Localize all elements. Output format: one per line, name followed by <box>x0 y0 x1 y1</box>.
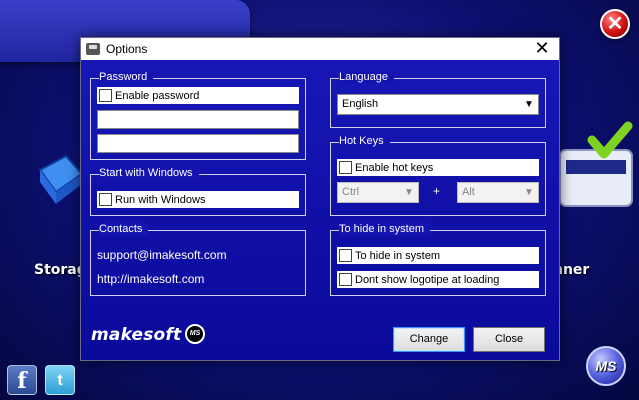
contact-email-link[interactable]: support@imakesoft.com <box>97 248 227 262</box>
hotkey-modifier1-value: Ctrl <box>342 186 360 198</box>
hotkey-plus-label: + <box>433 184 441 198</box>
scanner-tool-icon[interactable] <box>556 120 636 220</box>
app-icon <box>86 43 100 55</box>
hide-logo-label: Dont show logotipe at loading <box>355 273 500 286</box>
hotkey-modifier1-select[interactable]: Ctrl ▼ <box>337 182 419 203</box>
makesoft-badge-icon: MS <box>185 324 205 344</box>
chevron-down-icon[interactable]: ▼ <box>523 183 535 202</box>
password-legend: Password <box>99 71 154 83</box>
hotkey-modifier2-value: Alt <box>462 186 475 198</box>
storage-tool-icon[interactable] <box>36 152 84 214</box>
contacts-legend: Contacts <box>99 223 149 235</box>
language-select[interactable]: English ▼ <box>337 94 539 115</box>
hide-legend: To hide in system <box>339 223 430 235</box>
close-button[interactable]: Close <box>473 327 545 352</box>
hotkeys-group: Hot Keys <box>330 135 546 216</box>
enable-hotkeys-checkbox[interactable]: Enable hot keys <box>337 159 539 176</box>
checkbox-icon[interactable] <box>99 193 112 206</box>
checkbox-icon[interactable] <box>339 249 352 262</box>
storage-tool-label: Storag <box>34 262 87 278</box>
facebook-icon[interactable]: f <box>7 365 37 395</box>
makesoft-logo-icon[interactable]: MS <box>586 346 626 386</box>
app-close-button[interactable]: ✕ <box>600 9 630 39</box>
chevron-down-icon[interactable]: ▼ <box>523 95 535 114</box>
contacts-group: Contacts <box>90 223 306 296</box>
enable-password-checkbox[interactable]: Enable password <box>97 87 299 104</box>
language-legend: Language <box>339 71 394 83</box>
dialog-close-icon[interactable]: ✕ <box>531 38 553 60</box>
startup-legend: Start with Windows <box>99 167 199 179</box>
options-dialog: Options ✕ Password Enable password Start… <box>80 37 560 361</box>
hotkey-modifier2-select[interactable]: Alt ▼ <box>457 182 539 203</box>
dialog-titlebar: Options ✕ <box>81 38 559 60</box>
password-confirm-field[interactable] <box>97 134 299 153</box>
checkbox-icon[interactable] <box>339 161 352 174</box>
language-selected: English <box>342 98 379 110</box>
chevron-down-icon[interactable]: ▼ <box>403 183 415 202</box>
hide-in-system-label: To hide in system <box>355 249 440 262</box>
checkbox-icon[interactable] <box>339 273 352 286</box>
makesoft-brand: makesoft <box>91 325 182 345</box>
hotkeys-legend: Hot Keys <box>339 135 390 147</box>
checkbox-icon[interactable] <box>99 89 112 102</box>
enable-password-label: Enable password <box>115 89 200 102</box>
hide-in-system-checkbox[interactable]: To hide in system <box>337 247 539 264</box>
change-button[interactable]: Change <box>393 327 465 352</box>
twitter-icon[interactable]: t <box>45 365 75 395</box>
enable-hotkeys-label: Enable hot keys <box>355 161 434 174</box>
run-with-windows-checkbox[interactable]: Run with Windows <box>97 191 299 208</box>
dialog-title: Options <box>106 42 148 56</box>
hide-logo-checkbox[interactable]: Dont show logotipe at loading <box>337 271 539 288</box>
password-field[interactable] <box>97 110 299 129</box>
run-with-windows-label: Run with Windows <box>115 193 206 206</box>
contact-website-link[interactable]: http://imakesoft.com <box>97 272 204 286</box>
